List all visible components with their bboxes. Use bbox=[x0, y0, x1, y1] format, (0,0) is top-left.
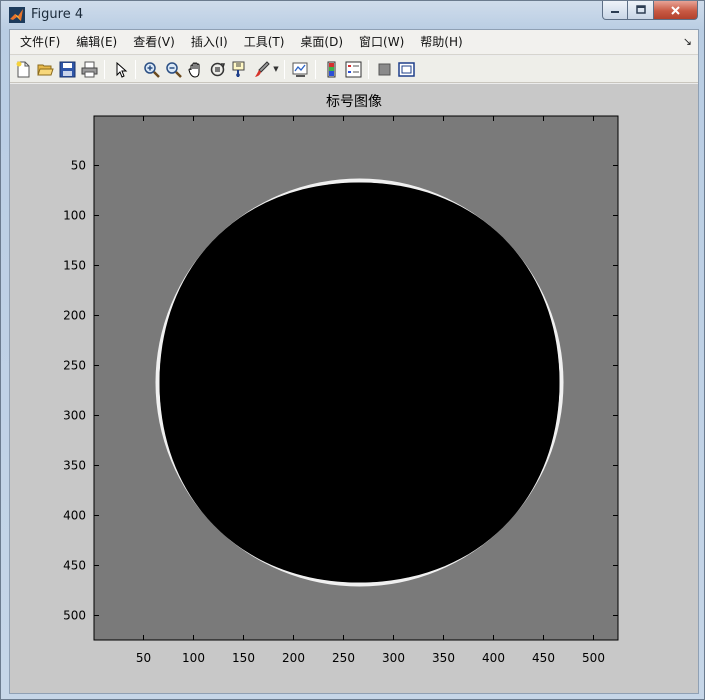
insert-legend-button[interactable] bbox=[342, 58, 364, 80]
hide-plot-tools-icon bbox=[378, 63, 390, 75]
rotate-3d-button[interactable] bbox=[206, 58, 228, 80]
dock-arrow-icon[interactable]: ↘ bbox=[683, 35, 692, 48]
figure-canvas[interactable]: 标号图像 50 100 150 200 250 300 350 400 450 500 50 100 1… bbox=[10, 84, 698, 693]
window-title: Figure 4 bbox=[31, 7, 84, 22]
maximize-icon bbox=[635, 5, 646, 14]
print-button[interactable] bbox=[78, 58, 100, 80]
new-figure-icon bbox=[16, 61, 29, 77]
y-tick-label: 300 bbox=[63, 409, 86, 423]
brush-dropdown-icon[interactable]: ▼ bbox=[272, 58, 280, 80]
menu-desktop[interactable]: 桌面(D) bbox=[292, 30, 351, 55]
toolbar-separator bbox=[284, 59, 285, 79]
save-icon bbox=[59, 61, 75, 77]
menu-edit[interactable]: 编辑(E) bbox=[68, 30, 125, 55]
pan-button[interactable] bbox=[184, 58, 206, 80]
x-tick-label: 150 bbox=[232, 651, 255, 665]
rotate-3d-icon bbox=[210, 62, 225, 76]
open-file-button[interactable] bbox=[34, 58, 56, 80]
print-icon bbox=[81, 61, 97, 77]
y-tick-label: 350 bbox=[63, 459, 86, 473]
show-plot-tools-icon bbox=[397, 61, 415, 77]
insert-colorbar-button[interactable] bbox=[320, 58, 342, 80]
y-tick-label: 500 bbox=[63, 609, 86, 623]
x-tick-label: 50 bbox=[136, 651, 151, 665]
menu-file[interactable]: 文件(F) bbox=[12, 30, 68, 55]
save-button[interactable] bbox=[56, 58, 78, 80]
menu-insert[interactable]: 插入(I) bbox=[183, 30, 236, 55]
y-tick-label: 100 bbox=[63, 209, 86, 223]
figure-client-area: 文件(F) 编辑(E) 查看(V) 插入(I) 工具(T) 桌面(D) 窗口(W… bbox=[9, 29, 699, 694]
black-central-region bbox=[159, 182, 560, 583]
y-tick-label: 150 bbox=[63, 259, 86, 273]
y-tick-label: 200 bbox=[63, 309, 86, 323]
y-tick-label: 400 bbox=[63, 509, 86, 523]
open-file-icon bbox=[36, 64, 54, 75]
brush-icon bbox=[254, 60, 270, 77]
figure-toolbar: ▼ bbox=[10, 56, 698, 83]
window-controls bbox=[602, 1, 698, 21]
toolbar-separator bbox=[104, 59, 105, 79]
toolbar-separator bbox=[368, 59, 369, 79]
toolbar-separator bbox=[135, 59, 136, 79]
menu-tools[interactable]: 工具(T) bbox=[236, 30, 293, 55]
x-tick-label: 400 bbox=[482, 651, 505, 665]
edit-plot-arrow-icon bbox=[116, 61, 127, 78]
hide-plot-tools-button[interactable] bbox=[373, 58, 395, 80]
y-tick-label: 50 bbox=[71, 159, 86, 173]
data-cursor-icon bbox=[232, 61, 244, 77]
close-button[interactable] bbox=[654, 1, 698, 20]
image-axes[interactable]: 50 100 150 200 250 300 350 400 450 500 50 100 150 200… bbox=[10, 84, 698, 693]
close-icon bbox=[671, 5, 680, 15]
minimize-button[interactable] bbox=[602, 1, 628, 20]
zoom-in-icon bbox=[143, 61, 160, 78]
insert-colorbar-icon bbox=[327, 61, 335, 77]
show-plot-tools-button[interactable] bbox=[395, 58, 417, 80]
pan-hand-icon bbox=[187, 61, 199, 78]
x-tick-label: 500 bbox=[582, 651, 605, 665]
figure-window: Figure 4 文件(F) 编辑(E) 查看(V) 插入(I) 工具(T) 桌… bbox=[0, 0, 705, 700]
link-plot-icon bbox=[292, 62, 307, 77]
menu-window[interactable]: 窗口(W) bbox=[351, 30, 412, 55]
y-tick-label: 450 bbox=[63, 559, 86, 573]
y-tick-label: 250 bbox=[63, 359, 86, 373]
menu-help[interactable]: 帮助(H) bbox=[412, 30, 470, 55]
zoom-out-icon bbox=[165, 61, 182, 78]
new-figure-button[interactable] bbox=[12, 58, 34, 80]
x-tick-label: 250 bbox=[332, 651, 355, 665]
data-cursor-button[interactable] bbox=[228, 58, 250, 80]
zoom-in-button[interactable] bbox=[140, 58, 162, 80]
minimize-icon bbox=[611, 11, 619, 13]
menu-bar: 文件(F) 编辑(E) 查看(V) 插入(I) 工具(T) 桌面(D) 窗口(W… bbox=[10, 30, 698, 55]
x-tick-label: 100 bbox=[182, 651, 205, 665]
menu-view[interactable]: 查看(V) bbox=[125, 30, 183, 55]
x-tick-label: 350 bbox=[432, 651, 455, 665]
maximize-button[interactable] bbox=[628, 1, 654, 20]
link-plot-button[interactable] bbox=[289, 58, 311, 80]
x-tick-label: 200 bbox=[282, 651, 305, 665]
x-tick-label: 450 bbox=[532, 651, 555, 665]
matlab-logo-icon bbox=[9, 7, 25, 23]
zoom-out-button[interactable] bbox=[162, 58, 184, 80]
brush-button[interactable] bbox=[250, 58, 272, 80]
title-bar[interactable]: Figure 4 bbox=[1, 1, 704, 29]
x-tick-label: 300 bbox=[382, 651, 405, 665]
toolbar-separator bbox=[315, 59, 316, 79]
edit-plot-button[interactable] bbox=[109, 58, 131, 80]
insert-legend-icon bbox=[345, 61, 361, 77]
